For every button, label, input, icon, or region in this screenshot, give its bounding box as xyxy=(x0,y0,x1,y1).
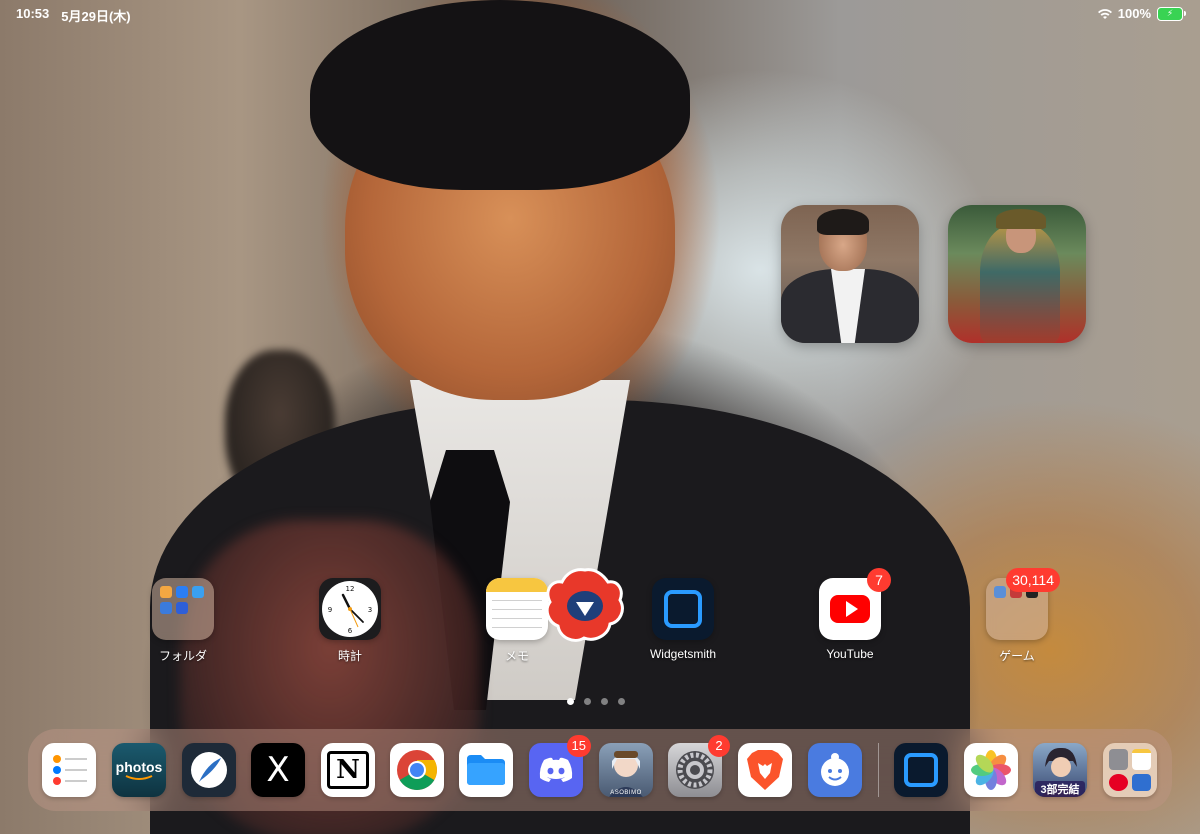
notification-badge: 15 xyxy=(566,735,591,757)
red-mascot-sticker xyxy=(545,568,624,642)
baby-face-icon xyxy=(821,753,849,786)
chrome-icon xyxy=(397,750,437,790)
app-folder[interactable]: フォルダ xyxy=(133,578,233,664)
notification-badge: 30,114 xyxy=(1006,568,1060,592)
notion-icon: N xyxy=(327,751,369,789)
app-folder-games[interactable]: 30,114 ゲーム xyxy=(967,568,1067,664)
dock-separator xyxy=(878,743,879,797)
folder-icon: 30,114 xyxy=(986,568,1060,640)
app-label: Widgetsmith xyxy=(649,647,717,661)
folder-icon xyxy=(152,578,214,640)
dock-app-discord[interactable]: 15 xyxy=(529,735,591,797)
page-dot-4 xyxy=(618,698,625,705)
wallpaper-hair xyxy=(310,0,690,190)
dock-app-files[interactable] xyxy=(459,743,513,797)
files-folder-icon xyxy=(467,755,505,785)
battery-percentage: 100% xyxy=(1117,6,1151,21)
svg-text:9: 9 xyxy=(328,606,332,614)
dock-app-reminders[interactable] xyxy=(42,743,96,797)
dock-app-widgetsmith[interactable] xyxy=(894,743,948,797)
wallpaper-photo xyxy=(0,0,1200,834)
dock-app-amazon-photos[interactable]: photos xyxy=(112,743,166,797)
notes-icon xyxy=(486,578,548,640)
youtube-icon: 7 xyxy=(819,568,891,640)
status-date: 5月29日(木) xyxy=(61,9,131,24)
widgetsmith-icon xyxy=(904,753,938,787)
svg-text:6: 6 xyxy=(348,627,353,635)
dock-app-settings[interactable]: 2 xyxy=(668,735,730,797)
dock-app-photos[interactable] xyxy=(964,743,1018,797)
dock-app-game[interactable]: 3部完結 xyxy=(1033,743,1087,797)
dock-app-asobimo[interactable]: ASOBIMO xyxy=(599,743,653,797)
app-label: ゲーム xyxy=(999,649,1035,663)
photo-widget-samurai[interactable] xyxy=(948,205,1086,343)
page-dot-2 xyxy=(584,698,591,705)
brave-lion-icon xyxy=(747,750,783,790)
battery-icon: ⚡ xyxy=(1157,6,1186,21)
photos-flower-icon xyxy=(971,750,1011,790)
game-label: 3部完結 xyxy=(1035,781,1085,797)
app-label: YouTube xyxy=(826,647,874,661)
app-label: フォルダ xyxy=(158,649,207,663)
notification-badge: 2 xyxy=(708,735,730,757)
anime-character-icon xyxy=(609,751,643,797)
amazon-photos-icon: photos xyxy=(115,759,163,775)
page-dot-1 xyxy=(567,698,574,705)
x-logo-icon: X xyxy=(266,750,290,790)
gear-icon xyxy=(676,751,714,789)
dock-app-baby-face[interactable] xyxy=(808,743,862,797)
svg-text:12: 12 xyxy=(346,585,355,593)
dock-app-chrome[interactable] xyxy=(390,743,444,797)
app-clock[interactable]: 12 3 6 9 時計 xyxy=(300,578,400,664)
quill-pen-icon xyxy=(191,752,227,788)
reminders-icon xyxy=(53,755,87,785)
wifi-icon xyxy=(1097,8,1112,19)
widgetsmith-icon xyxy=(652,578,714,640)
app-library-icon xyxy=(1109,749,1151,791)
svg-text:3: 3 xyxy=(368,606,372,614)
app-label: メモ xyxy=(504,649,529,663)
status-time: 10:53 xyxy=(16,6,50,21)
photo-widget-portrait[interactable] xyxy=(781,205,919,343)
clock-icon: 12 3 6 9 xyxy=(319,578,381,640)
page-indicator[interactable] xyxy=(567,698,625,705)
dock-app-x[interactable]: X xyxy=(251,743,305,797)
asobimo-label: ASOBIMO xyxy=(610,790,642,796)
dock: photos X N 15 ASOBIMO 2 3部完結 xyxy=(28,729,1172,811)
notification-badge: 7 xyxy=(867,568,891,592)
dock-app-brave[interactable] xyxy=(738,743,792,797)
app-youtube[interactable]: 7 YouTube xyxy=(800,568,900,661)
discord-icon xyxy=(539,757,573,782)
dock-app-quill[interactable] xyxy=(182,743,236,797)
app-label: 時計 xyxy=(337,649,362,663)
dock-app-library[interactable] xyxy=(1103,743,1157,797)
page-dot-3 xyxy=(601,698,608,705)
app-widgetsmith[interactable]: Widgetsmith xyxy=(633,578,733,661)
status-bar: 10:53 5月29日(木) 100% ⚡ xyxy=(0,4,1200,24)
dock-app-notion[interactable]: N xyxy=(321,743,375,797)
